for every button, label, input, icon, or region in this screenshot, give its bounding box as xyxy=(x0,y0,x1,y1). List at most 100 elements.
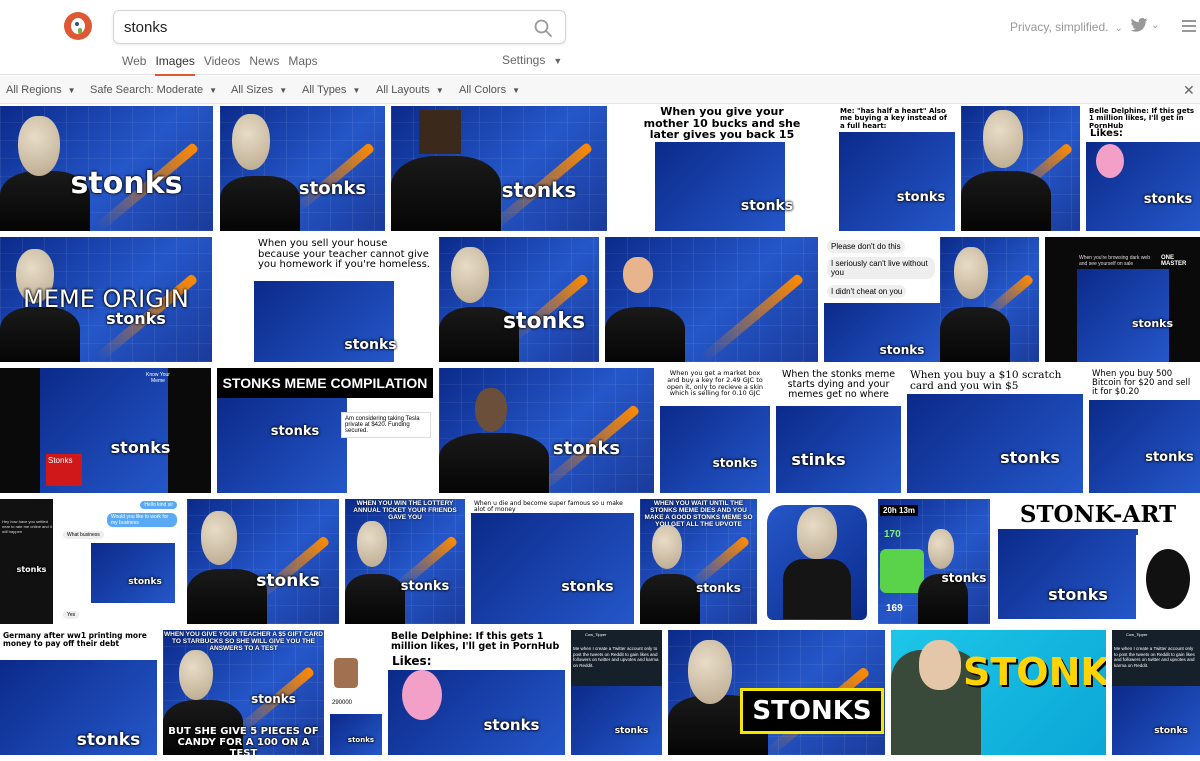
image-result[interactable]: Please don't do this I seriously can't l… xyxy=(824,237,940,362)
meme-caption: stonks xyxy=(256,571,320,591)
image-result[interactable]: stonks xyxy=(439,368,654,493)
meme-banner: STONK-ART xyxy=(1019,501,1177,528)
image-result[interactable]: Belle Delphine: If this gets 1 million l… xyxy=(1086,106,1200,231)
filter-label: Safe Search: Moderate xyxy=(90,84,204,96)
meme-caption: stonks xyxy=(712,456,758,470)
meme-caption: stonks xyxy=(270,424,320,439)
image-result[interactable]: STONKS xyxy=(891,630,1106,755)
chat-bubble: I didn't cheat on you xyxy=(827,285,907,298)
duckduckgo-logo-icon[interactable] xyxy=(64,12,92,40)
meme-caption: stonks xyxy=(400,579,450,594)
image-result[interactable]: Cow_Tipper Me when I create a Twitter ac… xyxy=(1112,630,1200,755)
meme-top-text: When you're browsing dark web and see yo… xyxy=(1079,255,1150,267)
image-result[interactable] xyxy=(961,106,1080,231)
image-result[interactable]: stonks xyxy=(0,106,213,231)
meme-caption: stonks xyxy=(696,581,741,595)
image-result[interactable]: WHEN YOU WIN THE LOTTERY ANNUAL TICKET Y… xyxy=(345,499,465,624)
meme-top-text: Germany after ww1 printing more money to… xyxy=(0,630,157,650)
caret-down-icon: ▼ xyxy=(352,86,361,95)
filter-regions[interactable]: All Regions ▼ xyxy=(6,84,76,96)
caret-down-icon: ▼ xyxy=(553,56,563,66)
image-result[interactable]: When you give your mother 10 bucks and s… xyxy=(613,106,831,231)
meme-caption: stonks xyxy=(561,579,614,595)
filter-types[interactable]: All Types ▼ xyxy=(302,84,360,96)
image-result[interactable]: stonks xyxy=(187,499,339,624)
image-result[interactable]: Hello kind sir Would you like to work fo… xyxy=(59,499,181,624)
image-result[interactable]: When u die and become super famous so u … xyxy=(471,499,634,624)
chevron-down-icon: ⌄ xyxy=(1151,19,1160,31)
close-icon[interactable]: ✕ xyxy=(1183,82,1195,99)
meme-caption: stonks xyxy=(298,178,367,199)
settings-label: Settings xyxy=(502,53,546,67)
chat-bubble: Please don't do this xyxy=(827,240,905,253)
image-result[interactable]: When you get a market box and buy a key … xyxy=(660,368,770,493)
meme-subtext: stonks xyxy=(106,309,166,328)
image-result[interactable]: 20h 13m 170 169 stonks xyxy=(878,499,990,624)
meme-caption: stonks xyxy=(251,692,296,706)
tab-images[interactable]: Images xyxy=(155,54,195,76)
image-result[interactable]: Hey how have you settled near to rate me… xyxy=(0,499,53,624)
image-result[interactable]: When you sell your house because your te… xyxy=(218,237,433,362)
image-result[interactable] xyxy=(940,237,1039,362)
image-result[interactable]: stonks xyxy=(220,106,385,231)
filter-label: All Sizes xyxy=(231,84,274,96)
search-icon[interactable] xyxy=(533,18,553,38)
filter-layouts[interactable]: All Layouts ▼ xyxy=(376,84,444,96)
meme-top-text: When you buy 500 Bitcoin for $20 and sel… xyxy=(1089,368,1200,399)
image-result[interactable]: stonks xyxy=(391,106,607,231)
privacy-dropdown[interactable]: Privacy, simplified. ⌄ xyxy=(1010,20,1123,34)
image-result[interactable]: stonks xyxy=(439,237,599,362)
image-result[interactable]: MEME ORIGIN stonks xyxy=(0,237,212,362)
tab-maps[interactable]: Maps xyxy=(288,54,317,76)
image-result[interactable]: When you buy 500 Bitcoin for $20 and sel… xyxy=(1089,368,1200,493)
search-input[interactable]: stonks xyxy=(124,19,167,36)
search-tabs: Web Images Videos News Maps xyxy=(122,52,327,76)
image-result[interactable]: Germany after ww1 printing more money to… xyxy=(0,630,157,755)
meme-caption: stonks xyxy=(552,438,621,459)
image-result[interactable]: Know Your Meme Stonks stonks xyxy=(0,368,211,493)
settings-dropdown[interactable]: Settings ▼ xyxy=(502,53,562,67)
meme-banner: STONKS MEME COMPILATION xyxy=(217,368,433,398)
image-result[interactable]: Belle Delphine: If this gets 1 million l… xyxy=(388,630,565,755)
tweet-username: Cow_Tipper xyxy=(585,632,607,637)
meme-caption: stonks xyxy=(1131,317,1174,330)
image-result[interactable]: WHEN YOU WAIT UNTIL THE STONKS MEME DIES… xyxy=(640,499,757,624)
filter-sizes[interactable]: All Sizes ▼ xyxy=(231,84,287,96)
image-result[interactable]: Cow_Tipper Me when I create a Twitter ac… xyxy=(571,630,662,755)
image-result[interactable] xyxy=(763,499,872,624)
tab-news[interactable]: News xyxy=(249,54,279,76)
hamburger-menu-icon[interactable] xyxy=(1182,20,1196,35)
twitter-dropdown[interactable]: ⌄ xyxy=(1130,17,1160,36)
image-result[interactable]: When the stonks meme starts dying and yo… xyxy=(776,368,901,493)
image-result[interactable]: When you buy a $10 scratch card and you … xyxy=(907,368,1083,493)
timer-badge: 20h 13m xyxy=(880,505,919,516)
tab-videos[interactable]: Videos xyxy=(204,54,240,76)
caret-down-icon: ▼ xyxy=(67,86,76,95)
caret-down-icon: ▼ xyxy=(512,86,520,95)
image-result[interactable]: STONK-ART stonks xyxy=(996,499,1200,624)
chat-bubble: What business xyxy=(63,531,104,539)
image-result[interactable]: Me: "has half a heart" Also me buying a … xyxy=(837,106,955,231)
search-box[interactable]: stonks xyxy=(113,10,566,44)
tab-web[interactable]: Web xyxy=(122,54,146,76)
filter-colors[interactable]: All Colors ▼ xyxy=(459,84,520,96)
meme-caption: stonks xyxy=(70,166,183,201)
caret-down-icon: ▼ xyxy=(435,86,444,95)
image-result[interactable]: 290000 stonks xyxy=(330,630,382,755)
image-result[interactable]: STONKS xyxy=(668,630,885,755)
meme-caption: STONKS xyxy=(963,650,1106,694)
meme-caption: STONKS xyxy=(740,688,884,734)
meme-caption: stonks xyxy=(16,565,47,574)
meme-caption: stinks xyxy=(791,450,846,469)
image-result[interactable] xyxy=(605,237,818,362)
meme-top-text: When you buy a $10 scratch card and you … xyxy=(907,368,1083,395)
meme-caption: stonks xyxy=(483,716,540,734)
tweet-text: Me when I create a Twitter account only … xyxy=(1114,646,1195,668)
meme-caption: stonks xyxy=(740,198,794,214)
image-result[interactable]: WHEN YOU GIVE YOUR TEACHER A $5 GIFT CAR… xyxy=(163,630,324,755)
filter-safe-search[interactable]: Safe Search: Moderate ▼ xyxy=(90,84,217,96)
image-result[interactable]: STONKS MEME COMPILATION Am considering t… xyxy=(217,368,433,493)
meme-caption: stonks xyxy=(941,571,987,585)
header-bar: stonks Privacy, simplified. ⌄ ⌄ Web Images… xyxy=(0,0,1200,76)
image-result[interactable]: When you're browsing dark web and see yo… xyxy=(1045,237,1200,362)
